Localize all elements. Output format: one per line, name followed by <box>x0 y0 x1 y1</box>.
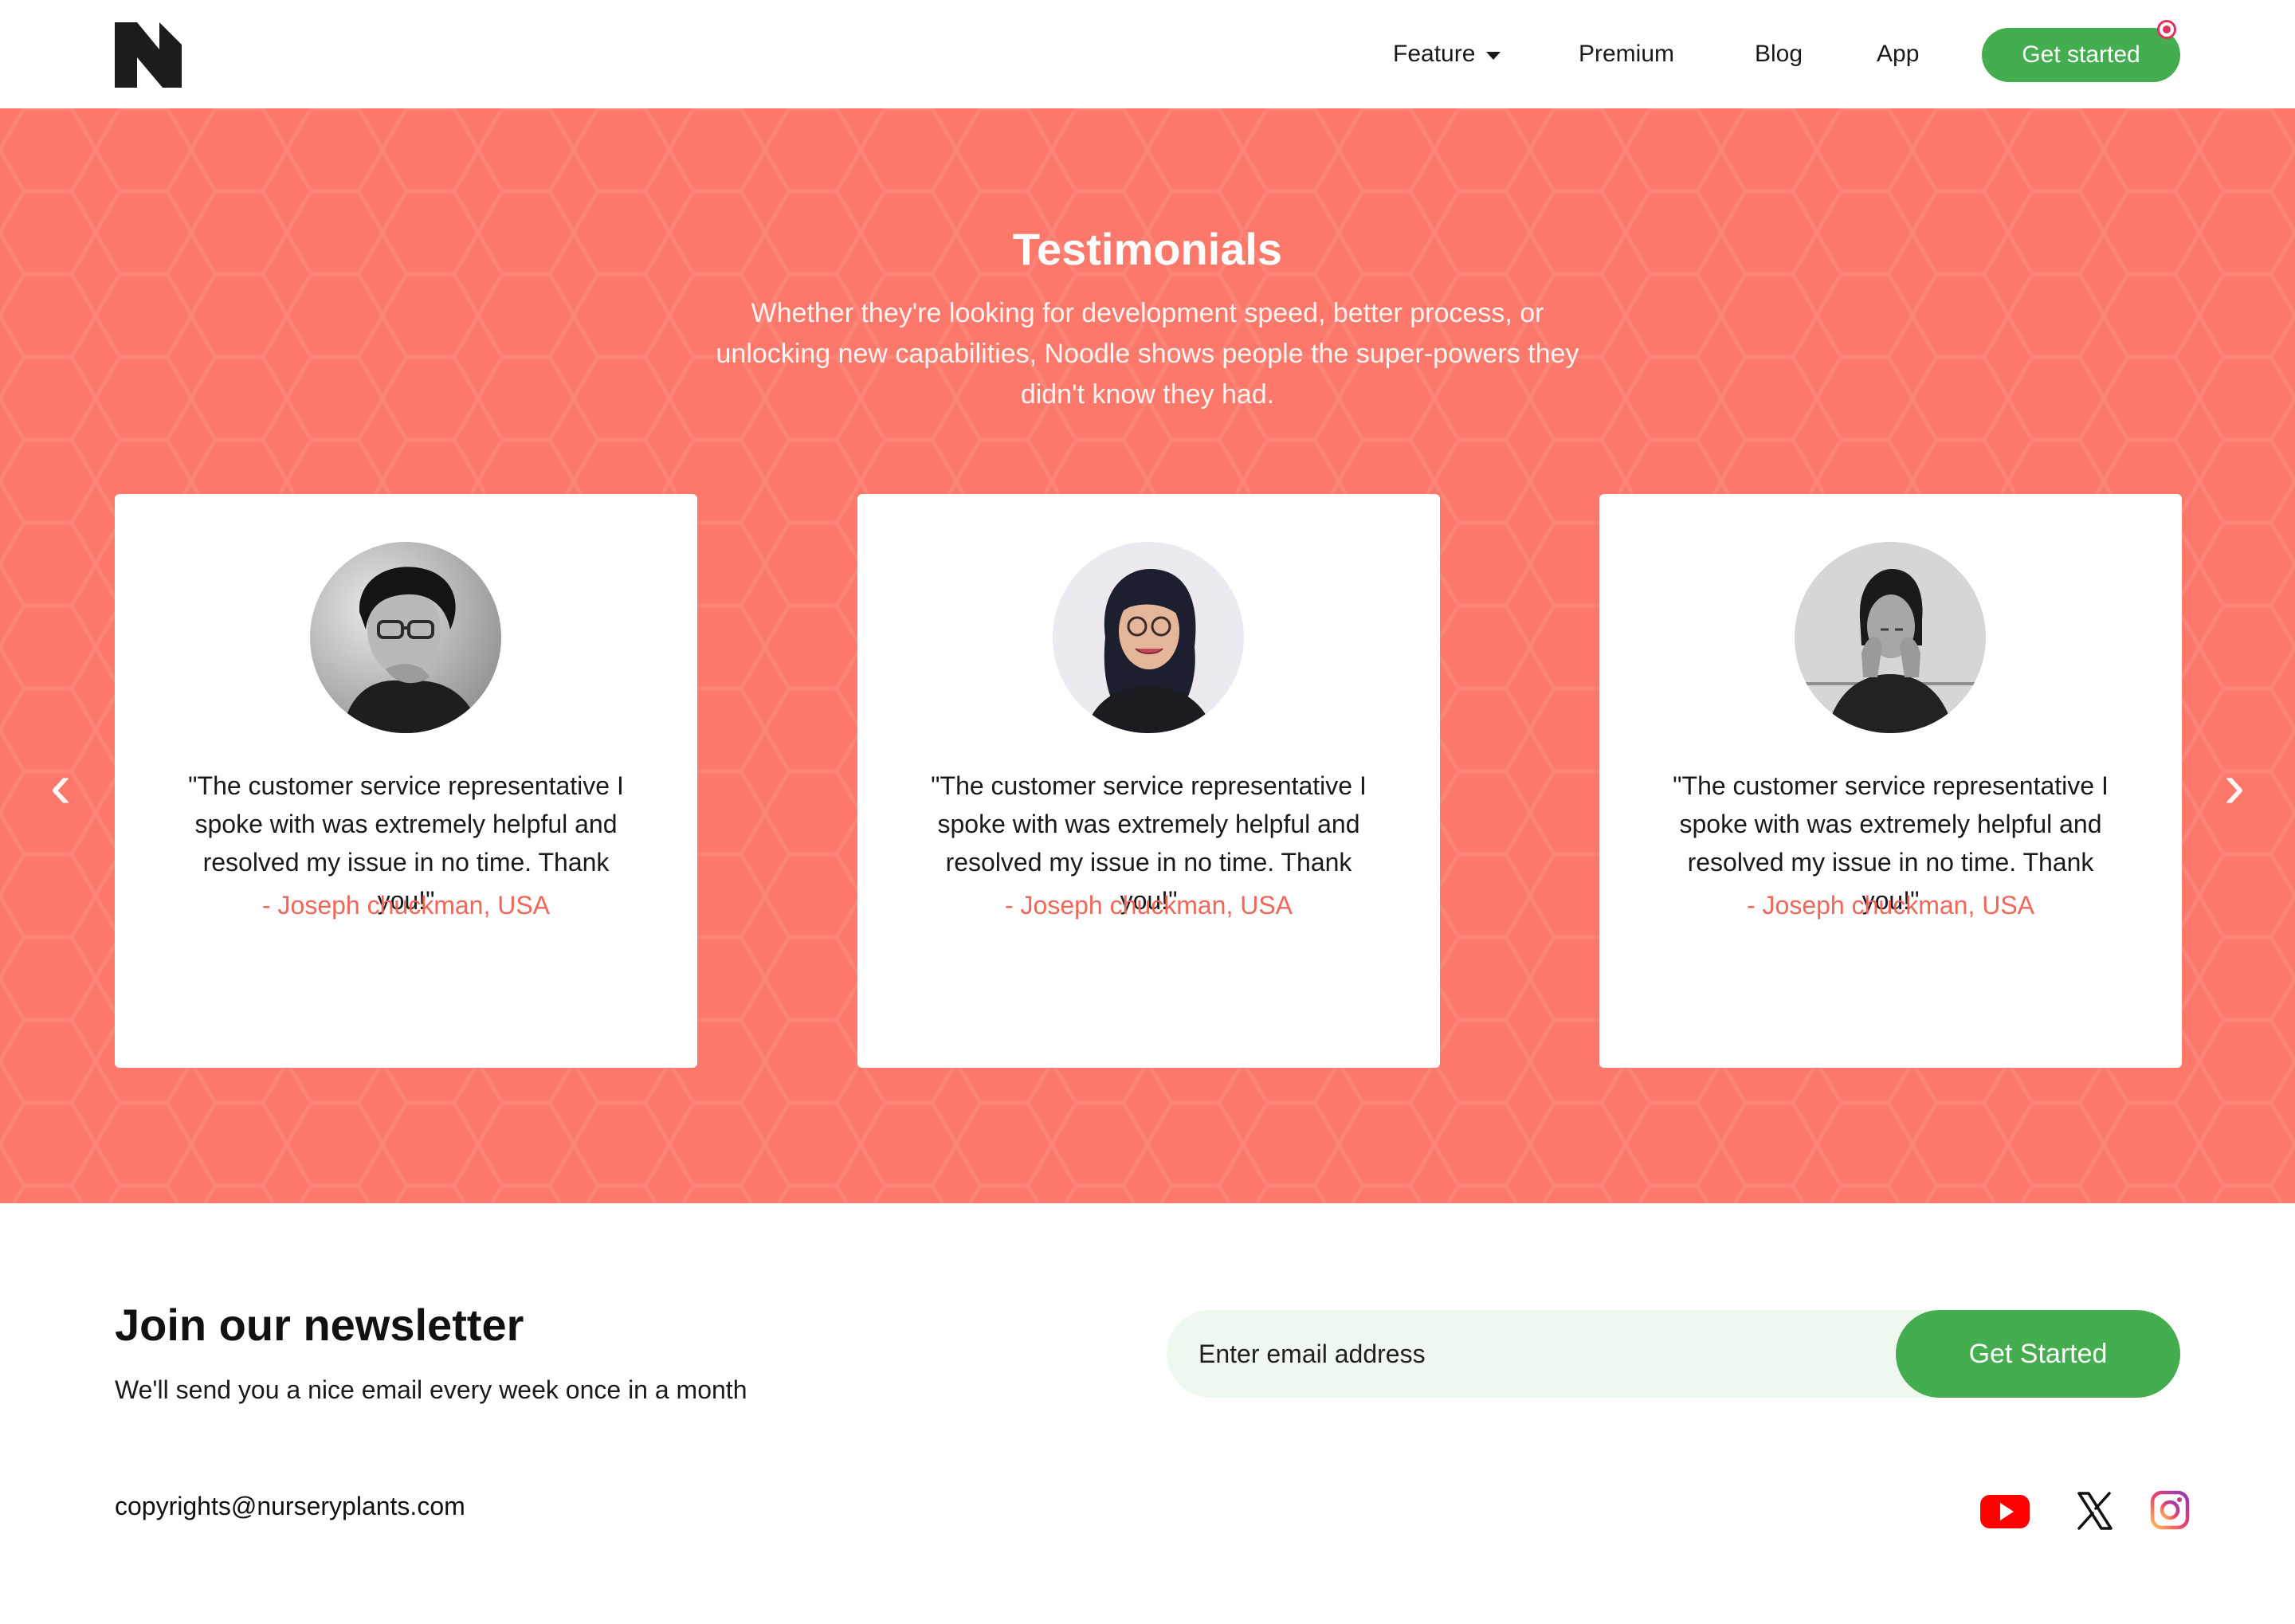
testimonial-author: - Joseph chuckman, USA <box>1004 891 1293 920</box>
avatar <box>1053 542 1244 733</box>
carousel-next-button[interactable]: › <box>2211 746 2258 826</box>
chevron-right-icon: › <box>2223 750 2246 821</box>
copyright-text: copyrights@nurseryplants.com <box>115 1492 465 1520</box>
x-icon[interactable] <box>2068 1489 2120 1533</box>
carousel-prev-button[interactable]: ‹ <box>37 746 84 826</box>
email-field[interactable] <box>1198 1334 1884 1374</box>
chevron-left-icon: ‹ <box>49 750 72 821</box>
testimonial-card: "The customer service representative I s… <box>1599 494 2182 1068</box>
get-started-label: Get started <box>2022 41 2140 68</box>
youtube-icon[interactable] <box>1979 1489 2031 1533</box>
testimonials-section: Testimonials Whether they're looking for… <box>0 108 2295 1203</box>
newsletter-submit-button[interactable]: Get Started <box>1896 1310 2180 1398</box>
testimonial-author: - Joseph chuckman, USA <box>1746 891 2035 920</box>
newsletter-subtitle: We'll send you a nice email every week o… <box>115 1375 747 1404</box>
nav-blog-link[interactable]: Blog <box>1755 38 1803 70</box>
noodle-logo[interactable] <box>115 22 182 88</box>
get-started-button[interactable]: Get started <box>1982 28 2180 82</box>
testimonials-subtitle: Whether they're looking for development … <box>716 298 1579 410</box>
newsletter-title: Join our newsletter <box>115 1300 524 1350</box>
testimonial-author: - Joseph chuckman, USA <box>261 891 551 920</box>
nav-feature-dropdown[interactable]: Feature <box>1393 38 1501 70</box>
notification-dot-icon <box>2157 20 2176 39</box>
avatar <box>1795 542 1986 733</box>
instagram-icon[interactable] <box>2143 1489 2195 1533</box>
testimonial-card: "The customer service representative I s… <box>115 494 697 1068</box>
nav-feature-label: Feature <box>1393 41 1476 67</box>
nav-premium-link[interactable]: Premium <box>1579 38 1674 70</box>
avatar <box>310 542 501 733</box>
site-header: Feature Premium Blog App Get started <box>0 0 2295 108</box>
newsletter-submit-label: Get Started <box>1968 1338 2108 1369</box>
chevron-down-icon <box>1486 52 1501 60</box>
testimonial-card: "The customer service representative I s… <box>857 494 1440 1068</box>
testimonials-title: Testimonials <box>1012 224 1283 274</box>
newsletter-form: Get Started <box>1167 1310 2180 1398</box>
nav-app-link[interactable]: App <box>1877 38 1919 70</box>
